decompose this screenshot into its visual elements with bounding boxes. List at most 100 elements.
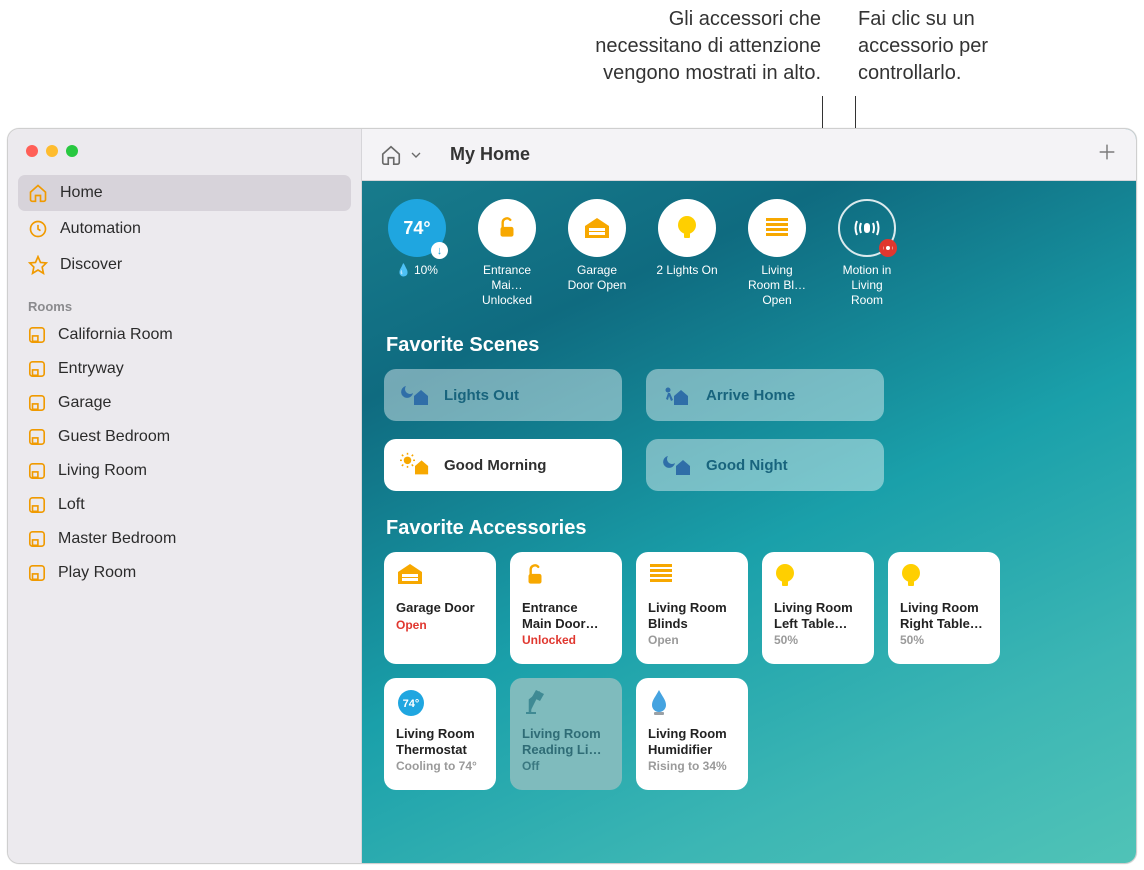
scene-label: Good Night <box>706 457 788 474</box>
minimize-window-button[interactable] <box>46 145 58 157</box>
status-row: 74° ↓ 💧10% Entrance Mai… Unlocked Garage … <box>384 199 1114 308</box>
room-icon <box>28 394 46 412</box>
svg-text:74°: 74° <box>403 698 420 710</box>
sidebar-room-item[interactable]: Play Room <box>8 556 361 590</box>
home-dropdown[interactable] <box>380 144 424 166</box>
sidebar-item-home[interactable]: Home <box>18 175 351 211</box>
room-label: Living Room <box>58 462 147 480</box>
room-label: Guest Bedroom <box>58 428 170 446</box>
home-icon <box>28 183 48 203</box>
main-content: My Home 74° ↓ 💧10% Entrance Mai… Unloc <box>362 129 1136 863</box>
accessory-tile[interactable]: 74° Living Room Thermostat Cooling to 74… <box>384 678 496 790</box>
scene-tile[interactable]: Good Morning <box>384 439 622 491</box>
garage-icon <box>396 562 484 594</box>
room-icon <box>28 428 46 446</box>
sidebar-rooms-list: California RoomEntryway Garage Guest Bedro… <box>8 318 361 590</box>
moon-house-icon <box>662 452 692 478</box>
status-tile[interactable]: Garage Door Open <box>564 199 630 308</box>
accessory-tile[interactable]: Garage Door Open <box>384 552 496 664</box>
room-label: Play Room <box>58 564 136 582</box>
accessory-tile[interactable]: Living Room Blinds Open <box>636 552 748 664</box>
moon-house-icon <box>400 382 430 408</box>
sidebar-item-discover[interactable]: Discover <box>18 247 351 283</box>
zoom-window-button[interactable] <box>66 145 78 157</box>
accessory-state: Unlocked <box>522 633 610 647</box>
weather-icon: 74° ↓ <box>388 199 446 257</box>
sidebar-room-item[interactable]: Living Room <box>8 454 361 488</box>
callouts-region: Gli accessori che necessitano di attenzi… <box>0 6 1144 116</box>
lock-open-icon <box>478 199 536 257</box>
close-window-button[interactable] <box>26 145 38 157</box>
accessory-name: Living Room Reading Li… <box>522 726 610 757</box>
status-label: Motion in Living Room <box>834 263 900 308</box>
room-icon <box>28 360 46 378</box>
scene-tile[interactable]: Arrive Home <box>646 369 884 421</box>
accessory-name: Garage Door <box>396 600 484 616</box>
room-label: Garage <box>58 394 111 412</box>
sidebar-item-automation[interactable]: Automation <box>18 211 351 247</box>
sidebar-rooms-header: Rooms <box>8 283 361 318</box>
sidebar: Home Automation Discover Rooms Californi… <box>8 129 362 863</box>
window-controls <box>8 129 361 167</box>
status-tile[interactable]: Living Room Bl… Open <box>744 199 810 308</box>
accessory-tile[interactable]: Living Room Reading Li… Off <box>510 678 622 790</box>
drop-icon: 💧 <box>396 263 411 278</box>
accessory-name: Entrance Main Door… <box>522 600 610 631</box>
lamp-icon <box>522 688 610 720</box>
lock-open-icon <box>522 562 610 594</box>
status-tile[interactable]: Motion in Living Room <box>834 199 900 308</box>
room-label: Master Bedroom <box>58 530 176 548</box>
motion-icon <box>838 199 896 257</box>
accessory-tile[interactable]: Entrance Main Door… Unlocked <box>510 552 622 664</box>
walk-house-icon <box>662 382 692 408</box>
room-icon <box>28 564 46 582</box>
status-label: Garage Door Open <box>564 263 630 293</box>
accessory-tile[interactable]: Living Room Right Table… 50% <box>888 552 1000 664</box>
sun-house-icon <box>400 452 430 478</box>
accessory-tile[interactable]: Living Room Left Table… 50% <box>762 552 874 664</box>
star-icon <box>28 255 48 275</box>
garage-icon <box>568 199 626 257</box>
callout-click: Fai clic su un accessorio per controllar… <box>858 6 1048 87</box>
status-tile[interactable]: Entrance Mai… Unlocked <box>474 199 540 308</box>
accessory-state: Open <box>396 618 484 632</box>
sidebar-label-automation: Automation <box>60 220 141 238</box>
accessory-state: Rising to 34% <box>648 759 736 773</box>
scene-label: Good Morning <box>444 457 546 474</box>
accessory-name: Living Room Right Table… <box>900 600 988 631</box>
accessory-name: Living Room Blinds <box>648 600 736 631</box>
bulb-icon <box>774 562 862 594</box>
favorite-accessories-title: Favorite Accessories <box>386 517 1114 540</box>
sidebar-label-home: Home <box>60 184 103 202</box>
thermo-icon: 74° <box>396 688 484 720</box>
clock-icon <box>28 219 48 239</box>
room-icon <box>28 326 46 344</box>
room-icon <box>28 530 46 548</box>
accessory-tile[interactable]: Living Room Humidifier Rising to 34% <box>636 678 748 790</box>
status-label: Living Room Bl… Open <box>744 263 810 308</box>
scene-tile[interactable]: Good Night <box>646 439 884 491</box>
sidebar-main-list: Home Automation Discover <box>8 167 361 283</box>
accessory-state: 50% <box>900 633 988 647</box>
sidebar-room-item[interactable]: Garage <box>8 386 361 420</box>
sidebar-room-item[interactable]: Guest Bedroom <box>8 420 361 454</box>
sidebar-room-item[interactable]: Entryway <box>8 352 361 386</box>
accessory-state: Off <box>522 759 610 773</box>
sidebar-label-discover: Discover <box>60 256 122 274</box>
add-button[interactable] <box>1096 141 1118 169</box>
room-icon <box>28 462 46 480</box>
sidebar-room-item[interactable]: Loft <box>8 488 361 522</box>
sidebar-room-item[interactable]: California Room <box>8 318 361 352</box>
status-weather[interactable]: 74° ↓ 💧10% <box>384 199 450 308</box>
scene-tile[interactable]: Lights Out <box>384 369 622 421</box>
blinds-icon <box>648 562 736 594</box>
accessory-state: 50% <box>774 633 862 647</box>
room-label: Loft <box>58 496 85 514</box>
accessory-name: Living Room Humidifier <box>648 726 736 757</box>
bulb-icon <box>900 562 988 594</box>
callout-attention: Gli accessori che necessitano di attenzi… <box>561 6 821 87</box>
status-tile[interactable]: 2 Lights On <box>654 199 720 308</box>
sidebar-room-item[interactable]: Master Bedroom <box>8 522 361 556</box>
accessory-name: Living Room Left Table… <box>774 600 862 631</box>
content-area: 74° ↓ 💧10% Entrance Mai… Unlocked Garage … <box>362 181 1136 808</box>
